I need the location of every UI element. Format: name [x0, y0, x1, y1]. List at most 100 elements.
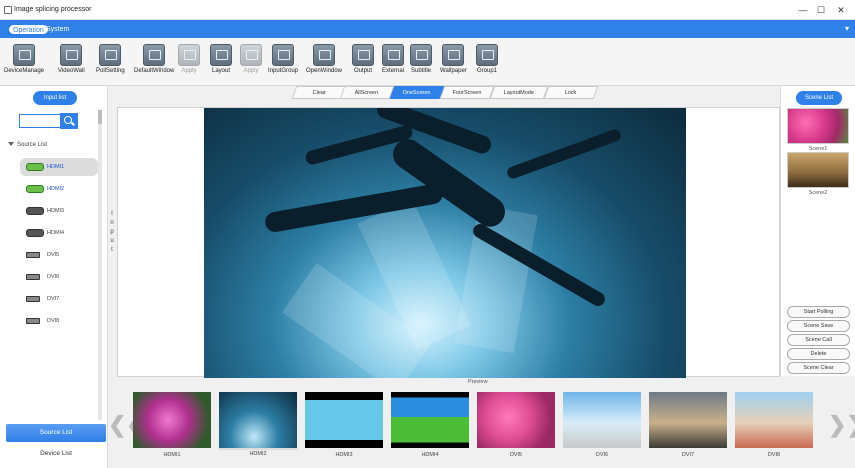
source-item-hdmi2[interactable]: HDMI2 — [20, 180, 98, 198]
input-list-button[interactable]: Input list — [33, 91, 77, 105]
tab-onescreen[interactable]: OneScreen — [389, 86, 445, 99]
status-bar — [0, 463, 855, 468]
tab-layoutmode[interactable]: LayoutMode — [489, 86, 549, 99]
source-item-hdmi1[interactable]: HDMI1 — [20, 158, 98, 176]
scene1-thumbnail[interactable] — [787, 108, 849, 144]
toolbar-videowall-button[interactable]: VideoWall — [58, 44, 85, 84]
app-icon — [4, 6, 12, 14]
dvi-port-icon — [26, 318, 40, 324]
start-polling-button[interactable]: Start Polling — [787, 306, 850, 318]
toolbar-pollsetting-button[interactable]: PollSetting — [96, 44, 125, 84]
source-item-dvi5[interactable]: DVI5 — [20, 246, 98, 264]
preview-thumb-dvi6[interactable]: DVI6 — [563, 392, 641, 458]
left-side-letter: t — [111, 247, 113, 253]
left-side-letter: p — [110, 229, 114, 235]
preview-thumb-hdmi3[interactable]: HDMI3 — [305, 392, 383, 458]
source-item-hdmi3[interactable]: HDMI3 — [20, 202, 98, 220]
toolbar-wallpaper-button[interactable]: Wallpaper — [440, 44, 467, 84]
toolbar-output-button[interactable]: Output — [352, 44, 374, 84]
toolbar-label: DefaultWindow — [134, 68, 175, 74]
preview-thumb-hdmi2[interactable]: HDMI2 — [219, 392, 297, 457]
tab-label: AllScreen — [354, 90, 379, 96]
toolbar-layout-button[interactable]: Layout — [210, 44, 232, 84]
toolbar-openwindow-button[interactable]: OpenWindow — [306, 44, 342, 84]
search-input[interactable] — [19, 114, 61, 128]
delete-button[interactable]: Delete — [787, 348, 850, 360]
source-label: HDMI3 — [47, 208, 65, 214]
output-preview-image[interactable] — [204, 108, 686, 378]
maximize-button[interactable]: ☐ — [814, 4, 828, 16]
preview-thumb-label: DVI7 — [681, 452, 695, 458]
group-icon — [476, 44, 498, 66]
preview-thumb-label: HDMI3 — [335, 452, 353, 458]
scene-save-button[interactable]: Scene Save — [787, 320, 850, 332]
left-side-letter: n — [110, 220, 114, 226]
preview-thumb-image — [133, 392, 211, 448]
scene2-thumbnail[interactable] — [787, 152, 849, 188]
preview-label: Preview — [468, 379, 488, 385]
swimmer-silhouette — [505, 127, 623, 181]
scene2-label: Scene2 — [808, 190, 828, 196]
toolbar-devicemanage-button[interactable]: DeviceManage — [4, 44, 44, 84]
source-item-dvi7[interactable]: DVI7 — [20, 290, 98, 308]
device-list-tab[interactable]: Device List — [6, 446, 106, 462]
scene-clear-button[interactable]: Scene Clear — [787, 362, 850, 374]
toolbar-label: Layout — [211, 68, 230, 74]
tab-allscreen[interactable]: AllScreen — [339, 86, 395, 99]
preview-thumb-label: HDMI4 — [421, 452, 439, 458]
toolbar-apply-button[interactable]: Apply — [240, 44, 262, 84]
left-side-letter: I — [111, 211, 113, 217]
source-list-tab[interactable]: Source List — [6, 424, 106, 442]
preview-thumb-dvi8[interactable]: DVI8 — [735, 392, 813, 458]
tab-fourscreen[interactable]: FourScreen — [439, 86, 495, 99]
next-arrow-icon[interactable]: ❯❯ — [828, 412, 855, 438]
tab-label: Lock — [564, 90, 577, 96]
minimize-button[interactable]: — — [796, 4, 810, 16]
close-button[interactable]: ✕ — [834, 4, 848, 16]
input-side-label: Input — [109, 210, 115, 255]
toolbar-label: PollSetting — [96, 68, 125, 74]
source-item-dvi8[interactable]: DVI8 — [20, 312, 98, 330]
source-label: HDMI1 — [47, 164, 65, 170]
toolbar-external-button[interactable]: External — [382, 44, 404, 84]
left-scrollbar[interactable] — [98, 110, 102, 420]
left-panel: Input list Source List HDMI1 HDMI2 HDMI3 HD… — [0, 86, 108, 468]
hdmi-port-icon — [26, 207, 44, 215]
preview-thumb-hdmi4[interactable]: HDMI4 — [391, 392, 469, 458]
source-list-header[interactable]: Source List — [8, 142, 47, 148]
toolbar-label: VideoWall — [58, 68, 85, 74]
scene-call-button[interactable]: Scene Call — [787, 334, 850, 346]
toolbar: DeviceManage VideoWall PollSetting DefaultW… — [0, 38, 855, 86]
toolbar-group1-button[interactable]: Group1 — [476, 44, 498, 84]
tab-label: Clear — [313, 90, 327, 96]
source-label: DVI6 — [47, 274, 60, 280]
toolbar-apply-button[interactable]: Apply — [178, 44, 200, 84]
tab-lock[interactable]: Lock — [543, 86, 599, 99]
video-wall-canvas[interactable] — [117, 107, 780, 378]
left-scrollbar-thumb[interactable] — [98, 110, 102, 124]
preview-thumb-label: DVI5 — [509, 452, 523, 458]
toolbar-defaultwindow-button[interactable]: DefaultWindow — [134, 44, 174, 84]
toolbar-subtitle-button[interactable]: Subtitle — [410, 44, 432, 84]
search-icon[interactable] — [60, 113, 78, 129]
preview-thumb-image — [563, 392, 641, 448]
preview-thumb-image — [735, 392, 813, 448]
collapse-chevron-icon[interactable]: ▾ — [845, 24, 849, 33]
preview-strip: Preview ❮❮ ❯❯ HDMI1HDMI2HDMI3HDMI4DVI5DV… — [108, 378, 855, 468]
toolbar-label: Output — [353, 68, 372, 74]
wallpaper-icon — [442, 44, 465, 66]
preview-thumb-dvi5[interactable]: DVI5 — [477, 392, 555, 458]
preview-thumb-hdmi1[interactable]: HDMI1 — [133, 392, 211, 458]
default-window-icon — [143, 44, 166, 66]
toolbar-inputgroup-button[interactable]: InputGroup — [268, 44, 298, 84]
source-label: HDMI2 — [47, 186, 65, 192]
preview-thumb-image — [477, 392, 555, 448]
dvi-port-icon — [26, 274, 40, 280]
menu-system[interactable]: System — [42, 24, 73, 35]
preview-thumb-dvi7[interactable]: DVI7 — [649, 392, 727, 458]
tab-label: LayoutMode — [503, 90, 534, 96]
source-item-dvi6[interactable]: DVI6 — [20, 268, 98, 286]
scene-list-button[interactable]: Scene List — [796, 91, 842, 105]
source-item-hdmi4[interactable]: HDMI4 — [20, 224, 98, 242]
preview-thumb-image — [305, 392, 383, 448]
